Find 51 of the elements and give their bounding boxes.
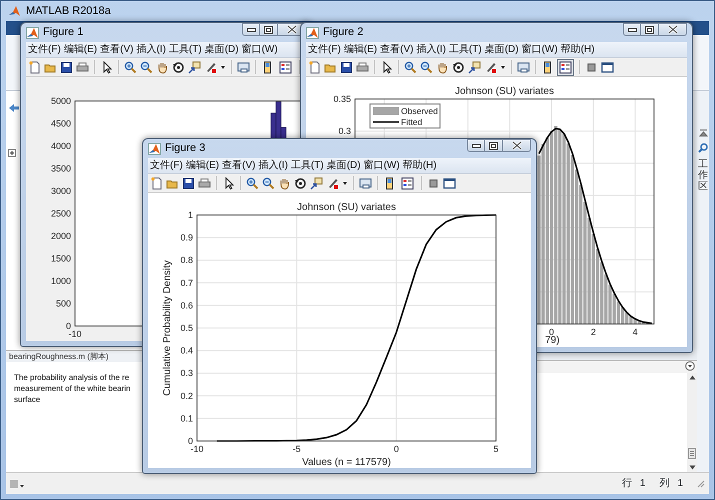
x-tick-label: -10 (68, 329, 82, 339)
y-tick-label: 0.9 (180, 232, 193, 243)
y-tick-label: 0.35 (333, 94, 351, 104)
chart-title: Johnson (SU) variates (297, 202, 396, 213)
x-tick-label: -5 (292, 444, 301, 454)
description-text: surface (14, 394, 42, 405)
y-tick-label: 2000 (50, 231, 71, 241)
window-title: Figure 1 (43, 25, 84, 40)
y-tick-label: 5000 (50, 96, 71, 106)
y-tick-label: 2500 (50, 208, 71, 218)
window-title: Figure 3 (165, 141, 206, 156)
y-tick-label: 0 (66, 321, 71, 331)
x-tick-label: 4 (632, 327, 638, 337)
chart-title: Johnson (SU) variates (455, 86, 554, 97)
x-tick-label: -10 (190, 444, 204, 454)
y-tick-label: 0.7 (180, 278, 193, 288)
status-label: 行 (622, 477, 632, 491)
y-tick-label: 0.3 (338, 126, 351, 136)
window-title: MATLAB R2018a (26, 4, 111, 19)
x-tick-label: 5 (494, 444, 498, 454)
x-tick-label: 0 (394, 444, 399, 454)
y-tick-label: 1000 (50, 276, 71, 286)
status-value: 1 (640, 477, 646, 491)
legend-label: Observed (401, 106, 438, 116)
description-text: The probability analysis of the re (14, 372, 130, 383)
y-tick-label: 0.4 (180, 346, 193, 356)
y-tick-label: 1 (188, 210, 193, 220)
file-label: bearingRoughness.m (脚本) (6, 351, 142, 362)
y-tick-label: 3500 (50, 164, 71, 174)
legend-label: Fitted (401, 117, 422, 127)
y-tick-label: 500 (56, 298, 71, 308)
x-tick-label: 0 (549, 327, 554, 337)
description-text: measurement of the white bearin (14, 383, 132, 394)
y-tick-label: 1500 (50, 254, 71, 264)
y-tick-label: 0 (188, 436, 193, 446)
y-axis-label: Cumulative Probability Density (162, 260, 173, 396)
y-tick-label: 0.6 (180, 300, 193, 310)
y-tick-label: 4500 (50, 118, 71, 128)
x-axis-label: Values (n = 117579) (302, 457, 391, 468)
y-tick-label: 0.3 (180, 368, 193, 378)
status-label: 列 (659, 477, 670, 491)
x-axis-label: 79) (545, 335, 560, 346)
y-tick-label: 4000 (50, 141, 71, 151)
status-value: 1 (677, 477, 683, 491)
y-tick-label: 0.8 (180, 255, 193, 266)
y-tick-label: 0.1 (180, 413, 193, 424)
y-tick-label: 3000 (50, 186, 71, 196)
y-tick-label: 0.2 (180, 390, 193, 401)
y-tick-label: 0.5 (180, 323, 193, 333)
x-tick-label: 2 (590, 327, 596, 337)
window-title: Figure 2 (323, 25, 364, 40)
